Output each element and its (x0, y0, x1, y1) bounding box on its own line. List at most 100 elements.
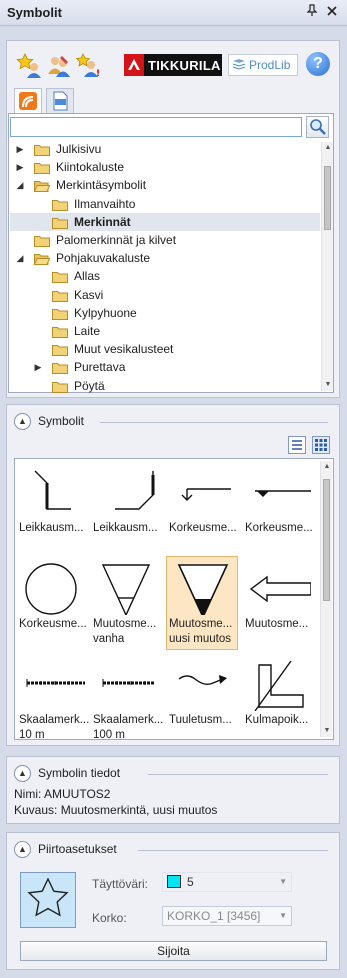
chevron-down-icon: ▼ (279, 877, 287, 886)
fill-color-label: Täyttöväri: (92, 877, 149, 891)
tree-item[interactable]: Merkinnät (10, 212, 320, 231)
scroll-down-icon[interactable]: ▼ (321, 725, 333, 737)
tree-item[interactable]: Kylpyhuone (10, 304, 320, 322)
fill-color-swatch (167, 875, 181, 888)
place-button[interactable]: Sijoita (20, 941, 327, 961)
expanded-arrow-icon[interactable]: ◢ (14, 249, 26, 267)
tree-item[interactable]: ◢ Merkintäsymbolit (10, 176, 320, 194)
tree-item-label: Pöytä (74, 378, 105, 393)
symbol-item[interactable]: Leikkausm... (17, 461, 89, 555)
tab-standard-library[interactable] (14, 88, 42, 115)
tree-item[interactable]: Pöytä (10, 377, 320, 395)
symbol-item[interactable]: Muutosme... vanha (91, 557, 163, 651)
tree-item-label: Kasvi (74, 287, 104, 302)
corner-section-icon (254, 660, 304, 711)
symbol-description-row: Kuvaus: Muutosmerkintä, uusi muutos (14, 803, 217, 817)
folder-open-icon (33, 179, 51, 193)
scroll-up-icon[interactable]: ▲ (321, 461, 333, 473)
symbol-name-row: Nimi: AMUUTOS2 (14, 787, 110, 801)
tree-item[interactable]: Laite (10, 322, 320, 340)
search-input[interactable] (10, 117, 302, 137)
symbol-item[interactable]: Korkeusme... (167, 461, 239, 555)
pin-icon[interactable] (304, 4, 320, 20)
symbol-caption: Muutosme... vanha (93, 618, 157, 645)
tree-item-label: Purettava (74, 360, 126, 375)
collapse-details-button[interactable]: ▲ (14, 765, 31, 782)
tree-scrollbar[interactable]: ▲ ▼ (321, 142, 333, 391)
close-icon[interactable] (324, 4, 340, 20)
symbol-item[interactable]: Korkeusme... (17, 557, 89, 651)
description-label: Kuvaus: (14, 803, 58, 817)
revision-new-icon (177, 564, 229, 615)
collapsed-arrow-icon[interactable]: ▶ (14, 158, 26, 176)
symbol-item[interactable]: Skaalamerk... 10 m (17, 653, 89, 739)
symbol-item[interactable]: Korkeusme... (243, 461, 315, 555)
tree-item[interactable]: ▶ Kiintokaluste (10, 158, 320, 176)
level-mark-circle-icon (25, 563, 77, 615)
symbol-caption: Korkeusme... (19, 618, 87, 630)
divider (148, 774, 328, 775)
tree-item[interactable]: ▶ Julkisivu (10, 140, 320, 158)
title-bar: Symbolit (0, 0, 347, 26)
level-mark-arrow-icon (181, 488, 231, 501)
divider (100, 422, 328, 423)
tree-item-label: Kiintokaluste (56, 160, 125, 175)
collapse-draw-settings-button[interactable]: ▲ (14, 841, 31, 858)
collapsed-arrow-icon[interactable]: ▶ (14, 140, 26, 158)
prodlib-logo[interactable]: ProdLib (228, 54, 298, 76)
folder-icon (52, 325, 68, 338)
folder-icon (34, 161, 50, 175)
tikkurila-logo[interactable]: TIKKURILA (124, 54, 222, 76)
symbol-item[interactable]: Kulmapoik... (243, 653, 315, 739)
symbol-grid: Leikkausm... Leikkausm... Korkeusme... K… (14, 458, 334, 740)
scroll-up-icon[interactable]: ▲ (322, 142, 334, 154)
description-value: Muutosmerkintä, uusi muutos (60, 803, 218, 817)
name-value: AMUUTOS2 (44, 787, 111, 801)
symbols-scrollbar[interactable]: ▲ ▼ (320, 461, 332, 737)
details-header: ▲ Symbolin tiedot (14, 764, 334, 784)
height-dropdown[interactable]: KORKO_1 [3456] ▼ (162, 906, 292, 926)
scroll-thumb[interactable] (323, 479, 330, 601)
draw-settings-header: ▲ Piirtoasetukset (14, 840, 334, 860)
help-button[interactable]: ? (306, 52, 330, 76)
star-icon (27, 877, 69, 917)
details-title: Symbolin tiedot (38, 766, 121, 780)
symbol-item[interactable]: Muutosme... (243, 557, 315, 651)
revision-old-icon (101, 564, 151, 615)
name-label: Nimi: (14, 787, 42, 801)
tree-item-label: Allas (74, 269, 101, 284)
symbol-item[interactable]: Leikkausm... (91, 461, 163, 555)
search-icon (310, 119, 326, 135)
tree-item[interactable]: Muut vesikalusteet (10, 340, 320, 358)
library-swirl-icon (19, 92, 37, 110)
symbol-caption: Muutosme... uusi muutos (169, 618, 233, 645)
tree-item[interactable]: ▶ Purettava (10, 358, 320, 376)
symbol-item[interactable]: Skaalamerk... 100 m (91, 653, 163, 739)
users-edit-icon[interactable] (46, 52, 72, 78)
tree-item[interactable]: ◢ Pohjakuvakaluste (10, 249, 320, 267)
fill-color-dropdown[interactable]: 5 ▼ (162, 872, 292, 892)
scroll-down-icon[interactable]: ▼ (322, 379, 334, 391)
user-warning-icon[interactable]: ! (75, 52, 102, 79)
search-button[interactable] (306, 116, 329, 138)
grid-view-button[interactable] (312, 436, 330, 454)
tree-item-label: Laite (74, 324, 101, 338)
prodlib-label: ProdLib (249, 58, 291, 72)
chevron-down-icon: ▼ (279, 911, 287, 920)
tree-item[interactable]: Allas (10, 267, 320, 285)
expanded-arrow-icon[interactable]: ◢ (14, 176, 26, 194)
scroll-thumb[interactable] (324, 166, 331, 230)
tab-document-library[interactable] (46, 88, 74, 114)
user-star-icon[interactable] (16, 52, 42, 78)
tree-item[interactable]: Ilmanvaihto (10, 195, 320, 213)
draw-settings-title: Piirtoasetukset (38, 842, 117, 856)
symbol-caption: Leikkausm... (93, 522, 158, 534)
list-view-button[interactable] (288, 436, 306, 454)
collapsed-arrow-icon[interactable]: ▶ (32, 358, 44, 376)
folder-icon (52, 216, 68, 229)
tree-item[interactable]: Kasvi (10, 286, 320, 304)
tree-item[interactable]: Palomerkinnät ja kilvet (10, 231, 320, 249)
symbol-item[interactable]: Tuuletusm... (167, 653, 239, 739)
collapse-symbols-button[interactable]: ▲ (14, 413, 31, 430)
symbol-item[interactable]: Muutosme... uusi muutos (166, 556, 238, 650)
